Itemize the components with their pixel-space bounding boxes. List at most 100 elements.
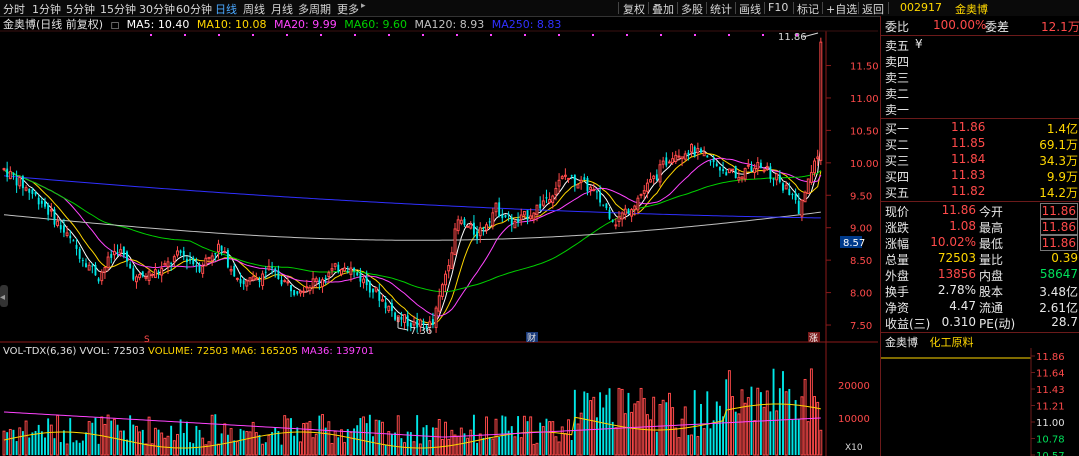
quote-value-2: 11.86 bbox=[1039, 203, 1078, 219]
volume-bar bbox=[769, 411, 772, 455]
candle bbox=[579, 179, 583, 183]
volume-bar bbox=[47, 418, 50, 455]
volume-bar bbox=[727, 370, 731, 456]
candle bbox=[248, 277, 252, 282]
vol-ma36-line bbox=[3, 411, 821, 438]
candle bbox=[280, 279, 283, 285]
candle bbox=[261, 273, 265, 286]
candle bbox=[110, 254, 113, 258]
volume-bar bbox=[772, 368, 775, 455]
volume-bar bbox=[782, 371, 784, 455]
volume-bar bbox=[314, 433, 318, 456]
scroll-left-icon[interactable]: ◂ bbox=[0, 292, 5, 303]
volume-bar bbox=[557, 441, 561, 456]
candle bbox=[157, 271, 160, 273]
candle bbox=[775, 173, 779, 181]
candle bbox=[541, 200, 545, 206]
candle bbox=[743, 168, 747, 180]
candle bbox=[235, 277, 239, 280]
volume-bar bbox=[816, 401, 820, 456]
volume-bar bbox=[132, 424, 135, 455]
volume-bar bbox=[602, 407, 605, 455]
candle bbox=[119, 249, 123, 254]
volume-bar bbox=[712, 420, 715, 455]
volume-bar bbox=[595, 417, 598, 455]
candle bbox=[573, 174, 576, 186]
volume-bar bbox=[645, 414, 649, 456]
volume-bar bbox=[72, 442, 75, 455]
candle bbox=[674, 154, 678, 163]
quote-row: 涨幅 10.02% 最低 11.86 bbox=[881, 235, 1079, 251]
volume-bar bbox=[362, 416, 365, 456]
price-axis-tick: 7.50 bbox=[850, 321, 872, 332]
candle bbox=[47, 204, 50, 215]
volume-bar bbox=[372, 436, 374, 455]
bid-row: 买四 11.83 9.9万 bbox=[881, 168, 1079, 184]
candle bbox=[627, 209, 630, 214]
volume-bar bbox=[394, 432, 397, 455]
volume-bar bbox=[226, 434, 229, 455]
candle bbox=[522, 210, 526, 216]
candle bbox=[337, 264, 340, 272]
candle bbox=[53, 209, 56, 225]
volume-bar bbox=[725, 379, 728, 455]
volume-bar bbox=[478, 433, 482, 456]
volume-bar bbox=[207, 441, 211, 456]
candle bbox=[81, 260, 84, 262]
volume-bar bbox=[129, 415, 132, 455]
volume-bar bbox=[759, 392, 762, 455]
volume-bar bbox=[532, 443, 536, 456]
intraday-mini-chart[interactable]: 11.86 11.64 11.43 11.21 11.00 10.78 10.57 bbox=[881, 348, 1079, 456]
volume-bar bbox=[390, 434, 393, 455]
volume-bar bbox=[649, 419, 652, 456]
volume-bar bbox=[447, 438, 451, 456]
ask-label: 卖二 bbox=[885, 87, 910, 101]
candle bbox=[557, 179, 561, 187]
candle bbox=[567, 177, 570, 180]
volume-bar bbox=[6, 432, 9, 455]
candle bbox=[283, 280, 287, 283]
volume-bar bbox=[308, 420, 312, 456]
kline-chart[interactable]: 11.50 11.00 10.50 10.00 9.50 9.00 8.50 8.00 7.50… bbox=[0, 0, 880, 456]
volume-bar bbox=[519, 437, 523, 456]
price-axis-tick: 9.00 bbox=[850, 224, 872, 235]
volume-bar bbox=[608, 388, 611, 455]
candle bbox=[466, 225, 470, 228]
volume-bar bbox=[813, 396, 816, 456]
volume-bar bbox=[103, 423, 107, 456]
volume-bar bbox=[599, 392, 602, 455]
candle bbox=[510, 217, 513, 225]
volume-bar bbox=[248, 431, 252, 456]
bid-label: 买四 bbox=[885, 170, 910, 184]
price-axis-tick: 10.00 bbox=[850, 159, 879, 170]
volume-bar bbox=[700, 403, 702, 455]
candle bbox=[784, 184, 788, 190]
volume-bar bbox=[15, 441, 18, 455]
candle bbox=[563, 174, 567, 177]
candle bbox=[349, 267, 353, 275]
grid-dot bbox=[150, 34, 152, 36]
candle bbox=[782, 183, 784, 191]
candle bbox=[103, 267, 107, 273]
bid-volume: 69.1万 bbox=[1039, 138, 1078, 152]
candle bbox=[24, 187, 28, 191]
candle bbox=[18, 177, 22, 187]
volume-bar bbox=[135, 425, 138, 456]
volume-bar bbox=[277, 431, 280, 455]
candle bbox=[2, 168, 6, 171]
volume-bar bbox=[40, 431, 43, 455]
candle bbox=[737, 176, 741, 181]
volume-bar bbox=[24, 420, 28, 456]
volume-bar bbox=[271, 432, 274, 455]
volume-bar bbox=[12, 429, 15, 455]
bid-label: 买五 bbox=[885, 186, 910, 200]
ask-row: 卖四 bbox=[881, 53, 1079, 69]
quote-value: 4.47 bbox=[949, 299, 976, 313]
candle bbox=[242, 280, 245, 285]
bid-price: 11.86 bbox=[951, 120, 986, 134]
candle bbox=[254, 278, 258, 281]
volume-bar bbox=[299, 441, 302, 456]
volume-bar bbox=[192, 443, 195, 455]
volume-bar bbox=[233, 440, 236, 455]
volume-bar bbox=[791, 419, 794, 455]
